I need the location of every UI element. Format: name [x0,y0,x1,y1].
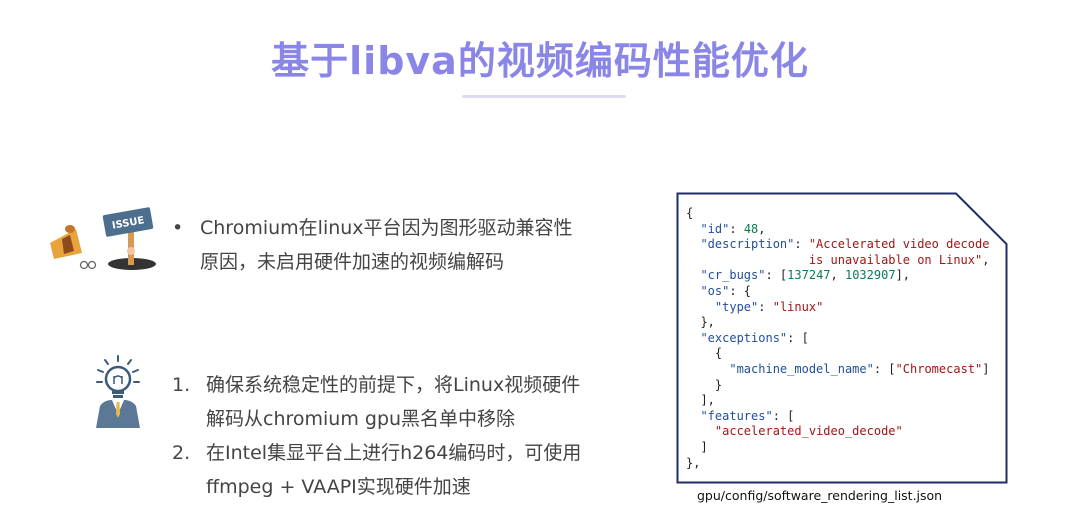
step-number: 1. [172,374,191,396]
step-line: 解码从chromium gpu黑名单中移除 [206,408,516,430]
step-line: ffmpeg + VAAPI实现硬件加速 [206,476,471,498]
title-divider [462,95,626,98]
step-line: 在Intel集显平台上进行h264编码时，可使用 [206,442,582,464]
issue-sign-icon: ISSUE [50,207,156,270]
bullet-marker: • [172,217,184,239]
idea-person-icon [96,355,140,428]
bullet-line-1: Chromium在linux平台因为图形驱动兼容性 [200,217,573,239]
page-title: 基于libva的视频编码性能优化 [271,39,809,83]
bullet-line-2: 原因，未启用硬件加速的视频编解码 [200,251,505,273]
step-number: 2. [172,442,191,464]
code-file-path: gpu/config/software_rendering_list.json [697,488,943,503]
json-code-block: { "id": 48, "description": "Accelerated … [686,206,990,470]
step-line: 确保系统稳定性的前提下，将Linux视频硬件 [206,374,581,396]
